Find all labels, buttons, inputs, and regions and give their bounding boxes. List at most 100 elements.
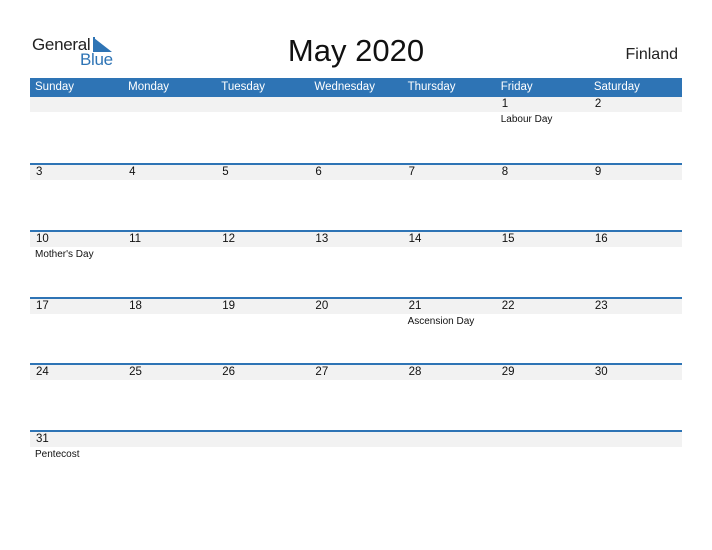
day-cell <box>123 432 216 497</box>
day-cell <box>123 97 216 163</box>
day-number: 15 <box>501 232 515 245</box>
holiday-label: Ascension Day <box>407 315 475 327</box>
calendar-grid: Sunday Monday Tuesday Wednesday Thursday Frid… <box>30 78 682 497</box>
day-cell[interactable]: 6 <box>309 165 402 230</box>
weekday-monday: Monday <box>128 81 170 93</box>
day-cell <box>403 432 496 497</box>
day-cell <box>309 432 402 497</box>
day-number: 8 <box>501 166 509 178</box>
week-row: 1 Labour Day 2 <box>30 97 682 163</box>
week-row: 24 25 26 27 28 29 30 <box>30 363 682 430</box>
day-cell <box>403 97 496 163</box>
day-cell[interactable]: 13 <box>309 232 402 297</box>
day-cell[interactable]: 19 <box>216 299 309 364</box>
day-number: 23 <box>594 299 608 312</box>
day-cell[interactable]: 21 Ascension Day <box>403 299 496 364</box>
holiday-label: Labour Day <box>500 114 553 125</box>
week-cells: 24 25 26 27 28 29 30 <box>30 365 682 430</box>
day-number: 2 <box>594 98 602 110</box>
day-cell[interactable]: 28 <box>403 365 496 430</box>
day-cell[interactable]: 18 <box>123 299 216 364</box>
day-cell[interactable]: 16 <box>589 232 682 297</box>
day-cell <box>216 432 309 497</box>
day-cell <box>216 97 309 163</box>
day-cell[interactable]: 25 <box>123 365 216 430</box>
day-cell[interactable]: 2 <box>589 97 682 163</box>
week-row: 31 Pentecost <box>30 430 682 497</box>
day-number: 9 <box>594 166 602 178</box>
day-number: 25 <box>129 366 142 379</box>
day-number: 14 <box>408 232 422 245</box>
week-cells: 1 Labour Day 2 <box>30 97 682 163</box>
day-cell[interactable]: 1 Labour Day <box>496 97 589 163</box>
weekday-wednesday: Wednesday <box>314 81 375 93</box>
day-cell[interactable]: 20 <box>309 299 402 364</box>
day-number: 12 <box>222 232 236 245</box>
day-number: 30 <box>594 366 608 379</box>
day-cell[interactable]: 29 <box>496 365 589 430</box>
day-cell[interactable]: 26 <box>216 365 309 430</box>
day-cell[interactable]: 23 <box>589 299 682 364</box>
week-row: 3 4 5 6 7 8 9 <box>30 163 682 230</box>
day-cell[interactable]: 12 <box>216 232 309 297</box>
day-number: 20 <box>315 299 329 312</box>
weekday-tuesday: Tuesday <box>221 81 265 93</box>
day-cell[interactable]: 30 <box>589 365 682 430</box>
day-cell[interactable]: 22 <box>496 299 589 364</box>
day-cell <box>309 97 402 163</box>
weeks-container: 1 Labour Day 2 3 4 5 6 7 8 9 10 Mother's Day 11 12 13 1… <box>30 97 682 497</box>
country-label: Finland <box>625 46 678 63</box>
day-cell[interactable]: 27 <box>309 365 402 430</box>
day-number: 17 <box>36 299 49 312</box>
week-row: 10 Mother's Day 11 12 13 14 15 16 <box>30 229 682 297</box>
day-number: 7 <box>408 166 415 178</box>
week-cells: 17 18 19 20 21 Ascension Day 22 23 <box>30 299 682 364</box>
day-number: 28 <box>408 366 422 379</box>
day-number: 4 <box>129 166 136 178</box>
weekday-sunday: Sunday <box>35 81 75 93</box>
day-number: 1 <box>501 98 509 110</box>
day-cell[interactable]: 17 <box>30 299 123 364</box>
day-number: 26 <box>222 366 236 379</box>
day-number: 10 <box>36 232 49 245</box>
day-cell[interactable]: 10 Mother's Day <box>30 232 123 297</box>
day-cell[interactable]: 8 <box>496 165 589 230</box>
day-number: 16 <box>594 232 608 245</box>
day-cell[interactable]: 11 <box>123 232 216 297</box>
day-number: 5 <box>222 166 229 178</box>
day-number: 31 <box>36 433 49 446</box>
day-cell[interactable]: 7 <box>403 165 496 230</box>
week-cells: 31 Pentecost <box>30 432 682 497</box>
weekday-saturday: Saturday <box>593 81 640 93</box>
day-number: 22 <box>501 299 515 312</box>
weekday-friday: Friday <box>500 81 533 93</box>
day-cell[interactable]: 15 <box>496 232 589 297</box>
day-cell[interactable]: 14 <box>403 232 496 297</box>
day-cell <box>30 97 123 163</box>
holiday-label: Mother's Day <box>35 248 94 260</box>
day-number: 27 <box>315 366 329 379</box>
day-cell[interactable]: 3 <box>30 165 123 230</box>
week-cells: 3 4 5 6 7 8 9 <box>30 165 682 230</box>
day-cell[interactable]: 5 <box>216 165 309 230</box>
day-number: 6 <box>315 166 322 178</box>
weekday-header: Sunday Monday Tuesday Wednesday Thursday Frid… <box>30 78 682 97</box>
day-number: 24 <box>36 366 49 379</box>
holiday-label: Pentecost <box>35 449 80 461</box>
weekday-thursday: Thursday <box>407 81 456 93</box>
day-number: 19 <box>222 299 236 312</box>
day-cell[interactable]: 24 <box>30 365 123 430</box>
calendar-title: May 2020 <box>287 33 425 68</box>
day-cell <box>496 432 589 497</box>
day-cell[interactable]: 9 <box>589 165 682 230</box>
day-number: 29 <box>501 366 515 379</box>
week-cells: 10 Mother's Day 11 12 13 14 15 16 <box>30 232 682 297</box>
day-number: 3 <box>36 166 43 178</box>
day-cell <box>589 432 682 497</box>
day-cell[interactable]: 4 <box>123 165 216 230</box>
day-number: 18 <box>129 299 142 312</box>
day-cell[interactable]: 31 Pentecost <box>30 432 123 497</box>
week-row: 17 18 19 20 21 Ascension Day 22 23 <box>30 296 682 364</box>
day-number: 21 <box>408 299 422 312</box>
day-number: 11 <box>129 232 142 245</box>
